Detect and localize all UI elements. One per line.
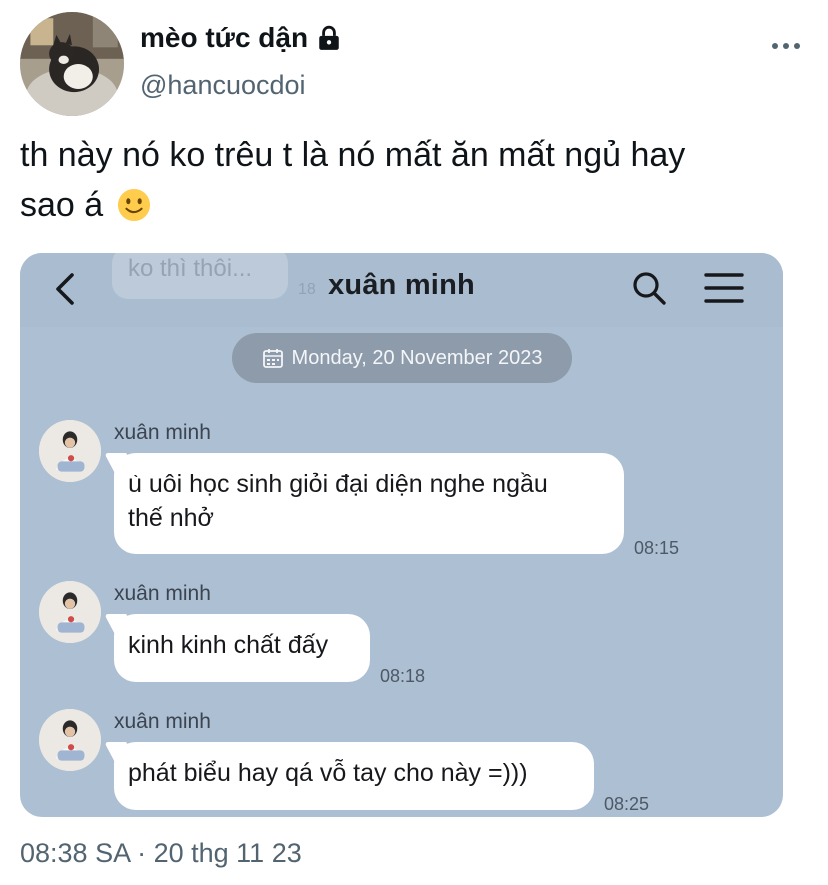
- hamburger-menu-icon[interactable]: [704, 271, 744, 305]
- user-handle[interactable]: @hancuocdoi: [140, 70, 306, 101]
- lock-icon: [319, 25, 339, 50]
- tweet-text-line-2: sao á: [20, 180, 800, 230]
- tweet-text: th này nó ko trêu t là nó mất ăn mất ngủ…: [20, 130, 800, 230]
- message-time: 08:15: [634, 538, 680, 558]
- tweet-timestamp[interactable]: 08:38 SA · 20 thg 11 23: [20, 838, 302, 869]
- search-icon[interactable]: [630, 269, 668, 307]
- message-text-line: thế nhở: [128, 504, 214, 532]
- tweet-text-line-2-text: sao á: [20, 186, 104, 224]
- chat-title: xuân minh: [328, 269, 475, 301]
- sender-avatar[interactable]: [39, 581, 101, 643]
- date-label: Monday, 20 November 2023: [291, 346, 543, 369]
- tweet-media-image[interactable]: ko thì thôi... 18 xuân minh Monday, 20 N…: [20, 253, 783, 817]
- display-name-text[interactable]: mèo tức dận: [140, 22, 308, 54]
- message-text-line: kinh kinh chất đấy: [128, 631, 329, 659]
- more-horizontal-icon[interactable]: [772, 36, 800, 56]
- sender-name: xuân minh: [114, 421, 211, 444]
- message-time: 08:25: [604, 794, 650, 814]
- profile-avatar[interactable]: [20, 12, 124, 116]
- tweet-text-line-1: th này nó ko trêu t là nó mất ăn mất ngủ…: [20, 136, 686, 174]
- sender-avatar[interactable]: [39, 420, 101, 482]
- message-text-line: phát biểu hay qá vỗ tay cho này =))): [128, 759, 528, 787]
- message-bubble[interactable]: ù uôi học sinh giỏi đại diện nghe ngầu t…: [114, 453, 624, 554]
- display-name[interactable]: mèo tức dận: [140, 22, 342, 54]
- message-bubble[interactable]: phát biểu hay qá vỗ tay cho này =))): [114, 742, 594, 810]
- message-time: 08:18: [380, 666, 426, 686]
- calendar-icon: [262, 349, 283, 368]
- message-bubble[interactable]: kinh kinh chất đấy: [114, 614, 370, 682]
- sender-name: xuân minh: [114, 582, 211, 605]
- message-text-line: ù uôi học sinh giỏi đại diện nghe ngầu: [128, 470, 548, 498]
- slightly-smiling-face-icon: [117, 188, 150, 222]
- sender-avatar[interactable]: [39, 709, 101, 771]
- sender-name: xuân minh: [114, 710, 211, 733]
- date-separator: Monday, 20 November 2023: [232, 333, 572, 383]
